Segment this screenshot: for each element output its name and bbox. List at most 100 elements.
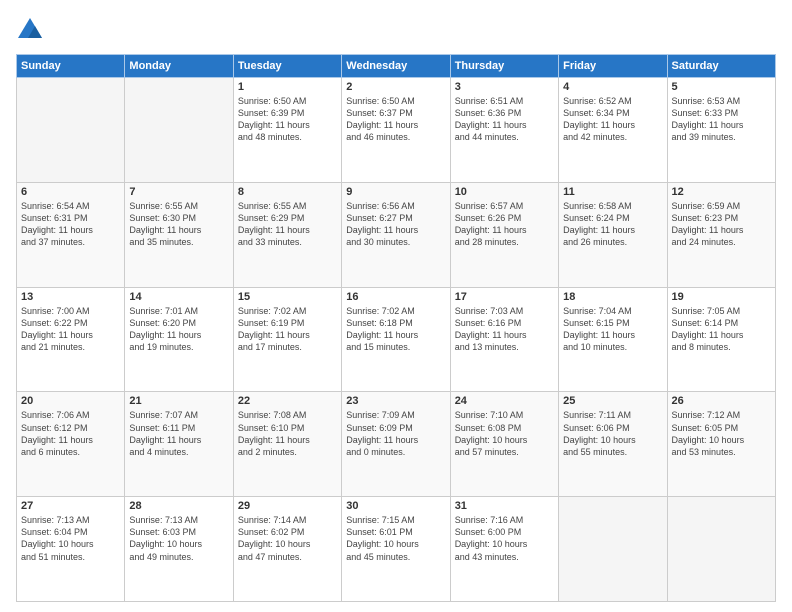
day-info: Sunrise: 7:09 AM Sunset: 6:09 PM Dayligh…: [346, 409, 445, 458]
day-info: Sunrise: 7:02 AM Sunset: 6:19 PM Dayligh…: [238, 305, 337, 354]
day-info: Sunrise: 6:56 AM Sunset: 6:27 PM Dayligh…: [346, 200, 445, 249]
day-number: 3: [455, 81, 554, 93]
calendar-day-cell: 16 Sunrise: 7:02 AM Sunset: 6:18 PM Dayli…: [342, 287, 450, 392]
day-info: Sunrise: 7:16 AM Sunset: 6:00 PM Dayligh…: [455, 514, 554, 563]
weekday-header-row: SundayMondayTuesdayWednesdayThursdayFrid…: [17, 55, 776, 78]
day-info: Sunrise: 6:50 AM Sunset: 6:37 PM Dayligh…: [346, 95, 445, 144]
day-number: 10: [455, 186, 554, 198]
day-number: 24: [455, 395, 554, 407]
day-info: Sunrise: 7:01 AM Sunset: 6:20 PM Dayligh…: [129, 305, 228, 354]
day-number: 4: [563, 81, 662, 93]
day-info: Sunrise: 7:05 AM Sunset: 6:14 PM Dayligh…: [672, 305, 771, 354]
day-number: 13: [21, 291, 120, 303]
day-info: Sunrise: 7:14 AM Sunset: 6:02 PM Dayligh…: [238, 514, 337, 563]
calendar-day-cell: 26 Sunrise: 7:12 AM Sunset: 6:05 PM Dayli…: [667, 392, 775, 497]
day-info: Sunrise: 6:52 AM Sunset: 6:34 PM Dayligh…: [563, 95, 662, 144]
calendar-day-cell: 7Sunrise: 6:55 AM Sunset: 6:30 PM Daylig…: [125, 182, 233, 287]
day-number: 17: [455, 291, 554, 303]
calendar-day-cell: 14 Sunrise: 7:01 AM Sunset: 6:20 PM Dayli…: [125, 287, 233, 392]
calendar-day-cell: 31 Sunrise: 7:16 AM Sunset: 6:00 PM Dayli…: [450, 497, 558, 602]
day-info: Sunrise: 7:00 AM Sunset: 6:22 PM Dayligh…: [21, 305, 120, 354]
calendar-day-cell: 23Sunrise: 7:09 AM Sunset: 6:09 PM Dayli…: [342, 392, 450, 497]
calendar-day-cell: 15 Sunrise: 7:02 AM Sunset: 6:19 PM Dayli…: [233, 287, 341, 392]
day-number: 29: [238, 500, 337, 512]
day-info: Sunrise: 7:10 AM Sunset: 6:08 PM Dayligh…: [455, 409, 554, 458]
calendar-day-cell: 22Sunrise: 7:08 AM Sunset: 6:10 PM Dayli…: [233, 392, 341, 497]
logo-icon: [16, 16, 44, 44]
weekday-header-friday: Friday: [559, 55, 667, 78]
day-info: Sunrise: 7:07 AM Sunset: 6:11 PM Dayligh…: [129, 409, 228, 458]
day-number: 20: [21, 395, 120, 407]
weekday-header-wednesday: Wednesday: [342, 55, 450, 78]
calendar-week-row: 6 Sunrise: 6:54 AM Sunset: 6:31 PM Daylig…: [17, 182, 776, 287]
day-number: 8: [238, 186, 337, 198]
day-info: Sunrise: 7:11 AM Sunset: 6:06 PM Dayligh…: [563, 409, 662, 458]
day-number: 21: [129, 395, 228, 407]
day-number: 28: [129, 500, 228, 512]
day-number: 9: [346, 186, 445, 198]
calendar-day-cell: 12Sunrise: 6:59 AM Sunset: 6:23 PM Dayli…: [667, 182, 775, 287]
day-info: Sunrise: 7:13 AM Sunset: 6:04 PM Dayligh…: [21, 514, 120, 563]
weekday-header-sunday: Sunday: [17, 55, 125, 78]
calendar-week-row: 27 Sunrise: 7:13 AM Sunset: 6:04 PM Dayli…: [17, 497, 776, 602]
day-number: 16: [346, 291, 445, 303]
day-info: Sunrise: 7:03 AM Sunset: 6:16 PM Dayligh…: [455, 305, 554, 354]
calendar-day-cell: 1Sunrise: 6:50 AM Sunset: 6:39 PM Daylig…: [233, 78, 341, 183]
weekday-header-thursday: Thursday: [450, 55, 558, 78]
day-number: 27: [21, 500, 120, 512]
calendar-day-cell: 21 Sunrise: 7:07 AM Sunset: 6:11 PM Dayli…: [125, 392, 233, 497]
day-number: 1: [238, 81, 337, 93]
day-number: 31: [455, 500, 554, 512]
calendar-day-cell: 28 Sunrise: 7:13 AM Sunset: 6:03 PM Dayli…: [125, 497, 233, 602]
calendar-day-cell: 9 Sunrise: 6:56 AM Sunset: 6:27 PM Daylig…: [342, 182, 450, 287]
day-number: 5: [672, 81, 771, 93]
day-number: 26: [672, 395, 771, 407]
day-number: 15: [238, 291, 337, 303]
calendar-day-cell: [559, 497, 667, 602]
day-info: Sunrise: 7:15 AM Sunset: 6:01 PM Dayligh…: [346, 514, 445, 563]
page: SundayMondayTuesdayWednesdayThursdayFrid…: [0, 0, 792, 612]
calendar-week-row: 1Sunrise: 6:50 AM Sunset: 6:39 PM Daylig…: [17, 78, 776, 183]
calendar-day-cell: 18 Sunrise: 7:04 AM Sunset: 6:15 PM Dayli…: [559, 287, 667, 392]
calendar-week-row: 13 Sunrise: 7:00 AM Sunset: 6:22 PM Dayli…: [17, 287, 776, 392]
day-number: 18: [563, 291, 662, 303]
day-info: Sunrise: 7:04 AM Sunset: 6:15 PM Dayligh…: [563, 305, 662, 354]
day-number: 11: [563, 186, 662, 198]
calendar-day-cell: 11 Sunrise: 6:58 AM Sunset: 6:24 PM Dayli…: [559, 182, 667, 287]
calendar-day-cell: 30 Sunrise: 7:15 AM Sunset: 6:01 PM Dayli…: [342, 497, 450, 602]
weekday-header-tuesday: Tuesday: [233, 55, 341, 78]
calendar-day-cell: [17, 78, 125, 183]
day-number: 2: [346, 81, 445, 93]
day-number: 19: [672, 291, 771, 303]
logo: [16, 16, 48, 44]
calendar-day-cell: 17 Sunrise: 7:03 AM Sunset: 6:16 PM Dayli…: [450, 287, 558, 392]
calendar-day-cell: 10 Sunrise: 6:57 AM Sunset: 6:26 PM Dayli…: [450, 182, 558, 287]
calendar-day-cell: 27 Sunrise: 7:13 AM Sunset: 6:04 PM Dayli…: [17, 497, 125, 602]
day-number: 25: [563, 395, 662, 407]
calendar-day-cell: 8Sunrise: 6:55 AM Sunset: 6:29 PM Daylig…: [233, 182, 341, 287]
calendar-day-cell: 13 Sunrise: 7:00 AM Sunset: 6:22 PM Dayli…: [17, 287, 125, 392]
day-info: Sunrise: 7:08 AM Sunset: 6:10 PM Dayligh…: [238, 409, 337, 458]
day-info: Sunrise: 7:13 AM Sunset: 6:03 PM Dayligh…: [129, 514, 228, 563]
day-info: Sunrise: 6:57 AM Sunset: 6:26 PM Dayligh…: [455, 200, 554, 249]
calendar-week-row: 20 Sunrise: 7:06 AM Sunset: 6:12 PM Dayli…: [17, 392, 776, 497]
calendar-day-cell: 2 Sunrise: 6:50 AM Sunset: 6:37 PM Daylig…: [342, 78, 450, 183]
weekday-header-monday: Monday: [125, 55, 233, 78]
day-number: 30: [346, 500, 445, 512]
header: [16, 16, 776, 44]
calendar-day-cell: 4 Sunrise: 6:52 AM Sunset: 6:34 PM Daylig…: [559, 78, 667, 183]
day-info: Sunrise: 7:12 AM Sunset: 6:05 PM Dayligh…: [672, 409, 771, 458]
day-info: Sunrise: 7:02 AM Sunset: 6:18 PM Dayligh…: [346, 305, 445, 354]
day-info: Sunrise: 6:58 AM Sunset: 6:24 PM Dayligh…: [563, 200, 662, 249]
day-number: 12: [672, 186, 771, 198]
calendar-day-cell: 5Sunrise: 6:53 AM Sunset: 6:33 PM Daylig…: [667, 78, 775, 183]
calendar-day-cell: 24 Sunrise: 7:10 AM Sunset: 6:08 PM Dayli…: [450, 392, 558, 497]
day-info: Sunrise: 7:06 AM Sunset: 6:12 PM Dayligh…: [21, 409, 120, 458]
day-info: Sunrise: 6:54 AM Sunset: 6:31 PM Dayligh…: [21, 200, 120, 249]
calendar-day-cell: 19 Sunrise: 7:05 AM Sunset: 6:14 PM Dayli…: [667, 287, 775, 392]
day-info: Sunrise: 6:55 AM Sunset: 6:30 PM Dayligh…: [129, 200, 228, 249]
day-number: 14: [129, 291, 228, 303]
calendar-day-cell: [667, 497, 775, 602]
calendar-day-cell: 6 Sunrise: 6:54 AM Sunset: 6:31 PM Daylig…: [17, 182, 125, 287]
day-number: 6: [21, 186, 120, 198]
